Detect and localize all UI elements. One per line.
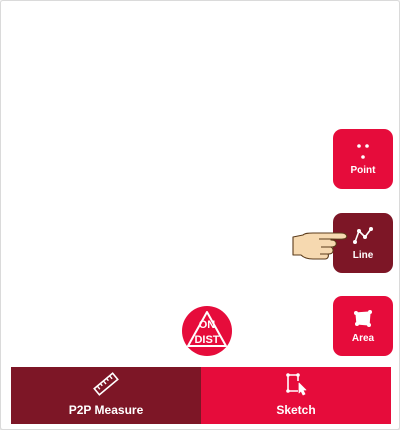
polyline-icon — [353, 226, 373, 244]
tab-p2p-measure[interactable]: P2P Measure — [11, 367, 201, 424]
on-dist-button[interactable]: ON DIST — [182, 306, 232, 356]
triangle-icon — [187, 311, 227, 347]
pointing-hand-icon — [292, 232, 348, 260]
ruler-icon — [93, 372, 119, 396]
app-window: Point Line Area ON DIST P2P Measure Sket… — [0, 0, 400, 430]
point-icon — [357, 143, 369, 159]
area-tool-label: Area — [351, 332, 375, 344]
on-dist-top-text: ON — [198, 319, 216, 331]
point-tool-button[interactable]: Point — [333, 129, 393, 189]
bottom-tab-bar: P2P Measure Sketch — [11, 367, 391, 424]
tab-sketch[interactable]: Sketch — [201, 367, 391, 424]
sketch-icon — [286, 373, 307, 396]
point-tool-label: Point — [350, 164, 376, 176]
area-icon — [354, 309, 372, 327]
area-tool-button[interactable]: Area — [333, 296, 393, 356]
tab-p2p-measure-label: P2P Measure — [68, 403, 144, 417]
line-tool-label: Line — [352, 249, 374, 261]
on-dist-bottom-text: DIST — [194, 334, 220, 346]
tab-sketch-label: Sketch — [276, 403, 316, 417]
